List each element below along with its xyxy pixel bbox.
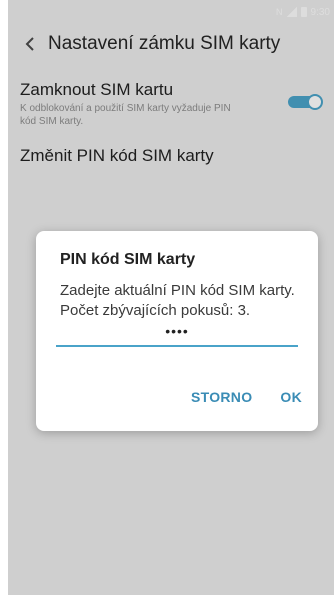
- dialog-message-line1: Zadejte aktuální PIN kód SIM karty.: [60, 282, 295, 299]
- dialog-actions: STORNO OK: [191, 389, 302, 405]
- phone-screen: N 9:30 Nastavení zámku SIM karty Zamknou…: [8, 0, 334, 595]
- pin-input[interactable]: ••••: [56, 323, 298, 347]
- cancel-button[interactable]: STORNO: [191, 389, 252, 405]
- dialog-message: Zadejte aktuální PIN kód SIM karty. Poče…: [60, 281, 298, 321]
- dialog-message-line2: Počet zbývajících pokusů: 3.: [60, 302, 251, 319]
- dialog-title: PIN kód SIM karty: [60, 251, 196, 268]
- ok-button[interactable]: OK: [280, 389, 302, 405]
- pin-dialog: PIN kód SIM karty Zadejte aktuální PIN k…: [36, 231, 318, 431]
